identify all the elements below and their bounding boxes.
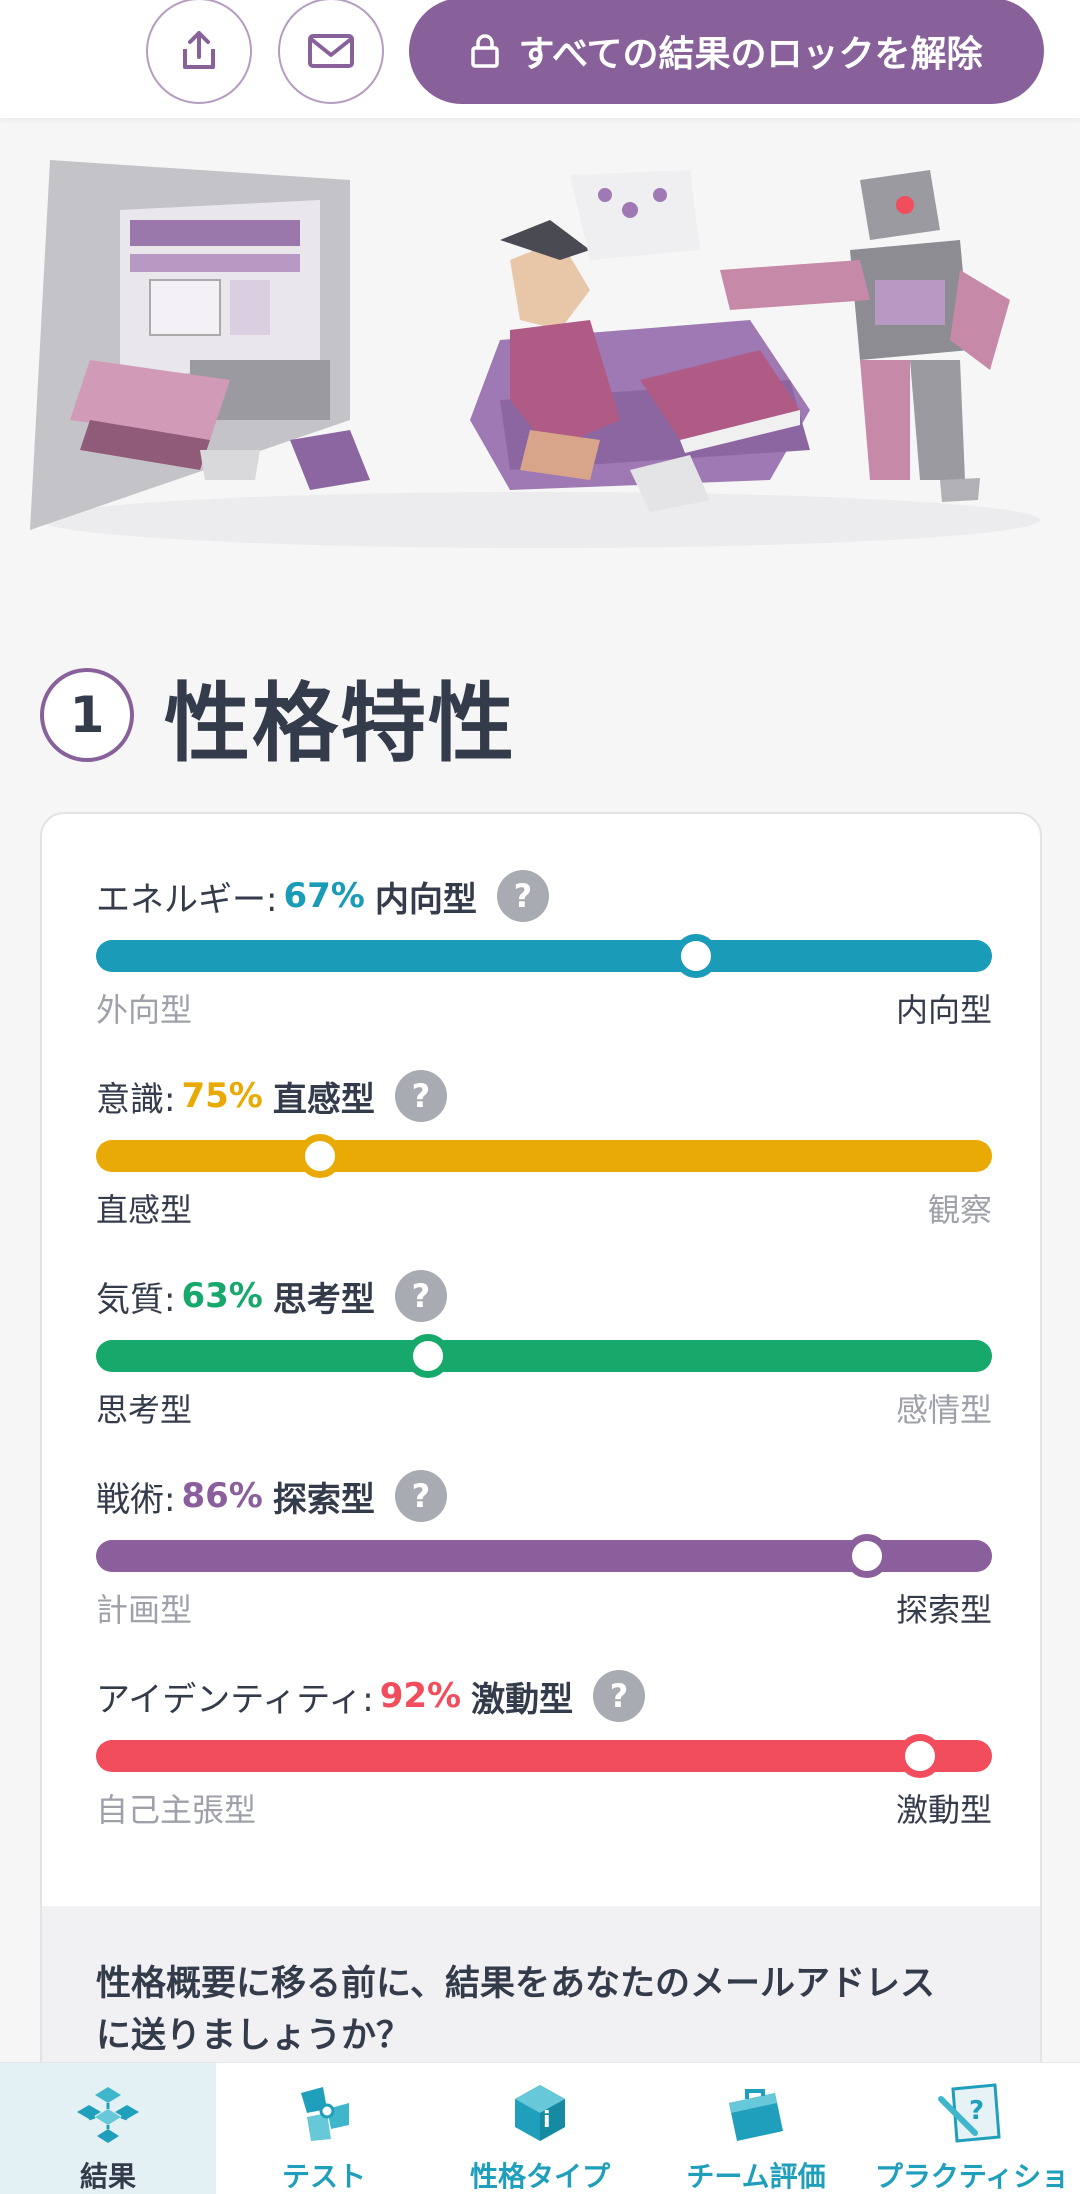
trait-mind: 意識: 75% 直感型 ? 直感型 観察	[96, 1066, 992, 1234]
svg-text:i: i	[543, 2108, 551, 2133]
trait-right-label: 探索型	[895, 1591, 992, 1629]
help-icon[interactable]: ?	[394, 1070, 447, 1122]
trait-label: 気質:	[96, 1279, 176, 1320]
trait-percent: 86%	[181, 1476, 263, 1516]
nav-label: プラクティショ	[874, 2160, 1070, 2193]
share-button[interactable]	[146, 0, 252, 104]
nav-label: チーム評価	[686, 2160, 826, 2193]
trait-type: 直感型	[272, 1079, 375, 1120]
trait-bar	[96, 934, 992, 978]
trait-percent: 63%	[181, 1276, 263, 1316]
trait-header: 戦術: 86% 探索型 ?	[96, 1466, 992, 1526]
trait-left-label: 計画型	[96, 1591, 193, 1629]
trait-type: 内向型	[374, 879, 477, 920]
personality-traits-card: エネルギー: 67% 内向型 ? 外向型 内向型 意識: 75% 直感型 ? 直…	[40, 812, 1042, 2112]
trait-ends: 直感型 観察	[96, 1182, 992, 1234]
trait-left-label: 思考型	[96, 1391, 193, 1429]
svg-text:?: ?	[969, 2096, 984, 2126]
top-action-bar: すべての結果のロックを解除	[0, 0, 1080, 118]
trait-left-label: 外向型	[96, 991, 193, 1029]
trait-label: 意識:	[96, 1079, 176, 1120]
trait-label: エネルギー:	[96, 879, 278, 920]
nav-label: テスト	[281, 2160, 366, 2193]
nav-label: 性格タイプ	[469, 2160, 610, 2193]
trait-right-label: 内向型	[895, 991, 992, 1029]
team-assessment-icon	[729, 2089, 783, 2141]
trait-bar	[96, 1734, 992, 1778]
email-button[interactable]	[278, 0, 384, 104]
trait-header: アイデンティティ: 92% 激動型 ?	[96, 1666, 992, 1726]
nav-item-practitioner[interactable]: ? プラクティショ	[864, 2063, 1080, 2194]
trait-slider-knob	[405, 1334, 450, 1378]
unlock-all-results-button[interactable]: すべての結果のロックを解除	[409, 0, 1044, 104]
trait-slider-knob	[844, 1534, 889, 1578]
trait-ends: 思考型 感情型	[96, 1382, 992, 1434]
trait-ends: 計画型 探索型	[96, 1582, 992, 1634]
trait-bar	[96, 1134, 992, 1178]
trait-ends: 外向型 内向型	[96, 982, 992, 1034]
nav-item-results[interactable]: 結果	[0, 2063, 216, 2194]
nav-item-personality-types[interactable]: i 性格タイプ	[432, 2063, 648, 2194]
trait-slider-knob	[898, 1734, 943, 1778]
lock-icon	[471, 34, 500, 68]
unlock-label: すべての結果のロックを解除	[518, 34, 983, 75]
trait-identity: アイデンティティ: 92% 激動型 ? 自己主張型 激動型	[96, 1666, 992, 1834]
email-prompt-line1: 性格概要に移る前に、結果をあなたのメールアドレス	[96, 1964, 935, 2004]
hero-illustration	[30, 160, 1040, 548]
test-icon	[301, 2087, 349, 2141]
trait-slider-knob	[674, 934, 719, 978]
trait-label: 戦術:	[96, 1479, 176, 1520]
trait-bar	[96, 1334, 992, 1378]
trait-slider-knob	[298, 1134, 342, 1178]
trait-bar	[96, 1534, 992, 1578]
email-prompt-line2: に送りましょうか？	[96, 2016, 412, 2056]
section-title: 性格特性	[164, 673, 516, 774]
trait-ends: 自己主張型 激動型	[96, 1782, 992, 1834]
trait-percent: 67%	[283, 876, 365, 916]
section-number: 1	[40, 668, 134, 762]
trait-left-label: 自己主張型	[96, 1791, 257, 1829]
share-icon	[183, 31, 215, 69]
bottom-navigation: 結果 テスト i 性格タイプ チーム評価 ? プラクティショ	[0, 2062, 1080, 2194]
trait-left-label: 直感型	[96, 1191, 193, 1229]
trait-label: アイデンティティ:	[96, 1679, 374, 1720]
nav-item-team-assessment[interactable]: チーム評価	[648, 2063, 864, 2194]
trait-nature: 気質: 63% 思考型 ? 思考型 感情型	[96, 1266, 992, 1434]
trait-right-label: 観察	[927, 1191, 992, 1229]
mail-icon	[308, 34, 354, 68]
trait-header: 気質: 63% 思考型 ?	[96, 1266, 992, 1326]
trait-right-label: 感情型	[895, 1391, 992, 1429]
section-heading: 1 性格特性	[40, 660, 516, 774]
trait-tactics: 戦術: 86% 探索型 ? 計画型 探索型	[96, 1466, 992, 1634]
help-icon[interactable]: ?	[394, 1470, 447, 1522]
trait-header: エネルギー: 67% 内向型 ?	[96, 866, 992, 926]
trait-header: 意識: 75% 直感型 ?	[96, 1066, 992, 1126]
trait-percent: 75%	[181, 1076, 263, 1116]
help-icon[interactable]: ?	[496, 870, 549, 922]
trait-right-label: 激動型	[895, 1791, 992, 1829]
practitioner-icon: ?	[938, 2083, 1001, 2143]
help-icon[interactable]: ?	[394, 1270, 447, 1322]
trait-type: 激動型	[471, 1679, 574, 1720]
nav-label: 結果	[79, 2160, 136, 2193]
nav-item-test[interactable]: テスト	[216, 2063, 432, 2194]
results-icon	[77, 2087, 139, 2143]
trait-type: 探索型	[272, 1479, 375, 1520]
personality-types-icon: i	[515, 2085, 565, 2141]
trait-percent: 92%	[379, 1676, 462, 1716]
help-icon[interactable]: ?	[593, 1670, 646, 1722]
trait-energy: エネルギー: 67% 内向型 ? 外向型 内向型	[96, 866, 992, 1034]
trait-type: 思考型	[272, 1279, 375, 1320]
